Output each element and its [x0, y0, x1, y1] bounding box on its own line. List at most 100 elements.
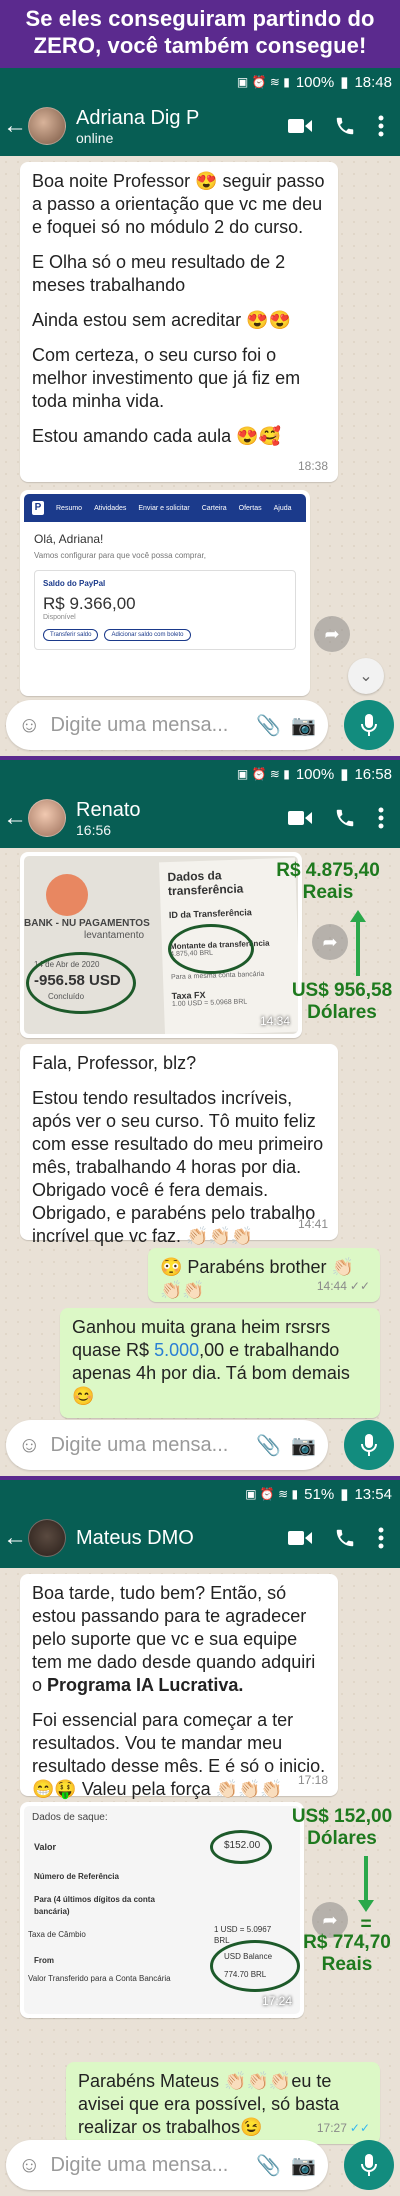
battery-percent: 51%	[304, 1485, 335, 1503]
camera-icon[interactable]: 📷	[291, 2153, 316, 2178]
message-input[interactable]: Digite uma mensa...	[50, 714, 246, 737]
paypal-nav-item: Atividades	[94, 504, 127, 512]
forward-icon[interactable]: ➦	[312, 924, 348, 960]
message-input[interactable]: Digite uma mensa...	[50, 1434, 246, 1457]
message-bubble-outgoing[interactable]: Ganhou muita grana heim rsrsrs quase R$ …	[60, 1308, 380, 1418]
paypal-transfer-button: Transferir saldo	[43, 629, 99, 641]
paypal-balance: R$ 9.366,00	[43, 594, 136, 613]
message-text: Ainda estou sem acreditar 😍😍	[32, 310, 291, 330]
status-bar: ▣ ⏰ ≋ ▮ 51% ▮ 13:54	[0, 1480, 400, 1508]
annotation-reais-value: R$ 4.875,40	[276, 860, 380, 881]
emoji-icon[interactable]: ☺	[18, 2152, 40, 2178]
more-options-icon[interactable]	[378, 807, 384, 829]
back-arrow-icon[interactable]: ←	[2, 1524, 28, 1552]
chat-header: ← Adriana Dig P online	[0, 96, 400, 156]
contact-status: 16:56	[76, 822, 112, 838]
status-icons: ▣ ⏰ ≋ ▮	[236, 75, 290, 89]
video-call-icon[interactable]	[288, 117, 312, 135]
status-icons: ▣ ⏰ ≋ ▮	[245, 1487, 299, 1501]
paypal-nav: P Resumo Atividades Enviar e solicitar C…	[24, 494, 306, 522]
coins-icon	[46, 874, 88, 916]
contact-status: online	[76, 130, 114, 146]
message-text: Foi essencial para começar a ter resulta…	[32, 1710, 326, 1799]
phone-icon[interactable]	[334, 115, 356, 137]
banner-line-2: ZERO, você também consegue!	[33, 33, 367, 58]
image-message-withdrawal[interactable]: Dados de saque: Valor $152.00 Número de …	[20, 1802, 304, 2018]
avatar[interactable]	[28, 107, 66, 145]
promo-banner: Se eles conseguiram partindo do ZERO, vo…	[0, 0, 400, 64]
more-options-icon[interactable]	[378, 115, 384, 137]
contact-info[interactable]: Mateus DMO	[76, 1526, 288, 1550]
emoji-icon[interactable]: ☺	[18, 1432, 40, 1458]
message-input-bar[interactable]: ☺ Digite uma mensa... 📎 📷	[6, 1420, 328, 1470]
annotation-reais-unit: Reais	[321, 1954, 373, 1975]
message-bubble-incoming[interactable]: Boa noite Professor 😍 seguir passo a pas…	[20, 162, 338, 482]
paypal-add-balance-button: Adicionar saldo com boleto	[104, 629, 191, 641]
chat-area[interactable]: Boa noite Professor 😍 seguir passo a pas…	[0, 156, 400, 756]
message-input[interactable]: Digite uma mensa...	[50, 2154, 246, 2177]
scroll-down-icon[interactable]: ⌄	[348, 658, 384, 694]
message-text: Estou amando cada aula 😍🥰	[32, 426, 281, 446]
message-time: 17:27 ✓✓	[317, 2117, 370, 2140]
clock: 18:48	[354, 73, 392, 91]
withdrawal-header: Dados de saque:	[32, 1812, 108, 1823]
contact-name: Renato	[76, 799, 141, 821]
battery-percent: 100%	[295, 765, 335, 783]
paypal-balance-card: Saldo do PayPal R$ 9.366,00 Disponível T…	[34, 570, 296, 650]
mic-button[interactable]	[344, 1420, 394, 1470]
message-time-value: 14:44	[316, 1279, 347, 1293]
chat-screen-mateus: ▣ ⏰ ≋ ▮ 51% ▮ 13:54 ← Mateus DMO Boa tar…	[0, 1476, 400, 2196]
image-message-paypal[interactable]: P Resumo Atividades Enviar e solicitar C…	[20, 490, 310, 696]
back-arrow-icon[interactable]: ←	[2, 804, 28, 832]
battery-percent: 100%	[295, 73, 335, 91]
message-input-bar[interactable]: ☺ Digite uma mensa... 📎 📷	[6, 2140, 328, 2190]
video-call-icon[interactable]	[288, 809, 312, 827]
message-bubble-outgoing[interactable]: 😳 Parabéns brother 👏🏻👏🏻👏🏻 14:44 ✓✓	[148, 1248, 380, 1302]
phone-icon[interactable]	[334, 1527, 356, 1549]
chat-screen-renato: ▣ ⏰ ≋ ▮ 100% ▮ 16:58 ← Renato 16:56 BANK…	[0, 756, 400, 1476]
mic-icon	[361, 2154, 377, 2176]
annotation-dolares-value: US$ 956,58	[291, 980, 393, 1001]
contact-info[interactable]: Adriana Dig P online	[76, 106, 288, 146]
message-text: Boa tarde, tudo bem? Então, só estou pas…	[32, 1582, 326, 1697]
chat-area[interactable]: BANK - NU PAGAMENTOS levantamento 14 de …	[0, 848, 400, 1476]
video-call-icon[interactable]	[288, 1529, 312, 1547]
avatar[interactable]	[28, 799, 66, 837]
mic-button[interactable]	[344, 2140, 394, 2190]
annotation-dolares-unit: Dólares	[307, 1828, 377, 1849]
annotation-dolares-unit: Dólares	[307, 1002, 377, 1023]
attach-icon[interactable]: 📎	[256, 713, 281, 738]
forward-icon[interactable]: ➦	[314, 616, 350, 652]
message-input-bar[interactable]: ☺ Digite uma mensa... 📎 📷	[6, 700, 328, 750]
camera-icon[interactable]: 📷	[291, 713, 316, 738]
message-text: Ganhou muita grana heim rsrsrs quase R$ …	[72, 1316, 368, 1408]
avatar[interactable]	[28, 1519, 66, 1557]
emoji-icon[interactable]: ☺	[18, 712, 40, 738]
back-arrow-icon[interactable]: ←	[2, 112, 28, 140]
battery-icon: ▮	[340, 766, 349, 783]
message-time: 14:44 ✓✓	[317, 1275, 370, 1298]
referencia-label: Número de Referência	[34, 1872, 119, 1881]
attach-icon[interactable]: 📎	[256, 1433, 281, 1458]
annotation-reais: R$ 4.875,40 Reais	[258, 860, 398, 904]
mic-button[interactable]	[344, 700, 394, 750]
highlight-circle	[26, 952, 136, 1014]
chat-area[interactable]: Boa tarde, tudo bem? Então, só estou pas…	[0, 1568, 400, 2196]
annotation-reais: R$ 774,70 Reais	[296, 1932, 398, 1976]
chat-screen-adriana: ▣ ⏰ ≋ ▮ 100% ▮ 18:48 ← Adriana Dig P onl…	[0, 64, 400, 756]
para-label: Para (4 últimos dígitos da conta bancári…	[34, 1895, 155, 1916]
annotation-dolares: US$ 956,58 Dólares	[286, 980, 398, 1024]
bank-name: BANK - NU PAGAMENTOS	[24, 918, 150, 929]
contact-info[interactable]: Renato 16:56	[76, 798, 288, 838]
phone-icon[interactable]	[334, 807, 356, 829]
more-options-icon[interactable]	[378, 1527, 384, 1549]
chat-header: ← Mateus DMO	[0, 1508, 400, 1568]
camera-icon[interactable]: 📷	[291, 1433, 316, 1458]
program-name: Programa IA Lucrativa.	[47, 1675, 244, 1695]
message-bubble-incoming[interactable]: Fala, Professor, blz? Estou tendo result…	[20, 1044, 338, 1246]
message-bubble-incoming[interactable]: Boa tarde, tudo bem? Então, só estou pas…	[20, 1574, 338, 1799]
attach-icon[interactable]: 📎	[256, 2153, 281, 2178]
message-bubble-outgoing[interactable]: Parabéns Mateus 👏🏻👏🏻👏🏻eu te avisei que e…	[66, 2062, 380, 2144]
clock: 13:54	[354, 1485, 392, 1503]
up-arrow-icon	[350, 910, 366, 976]
